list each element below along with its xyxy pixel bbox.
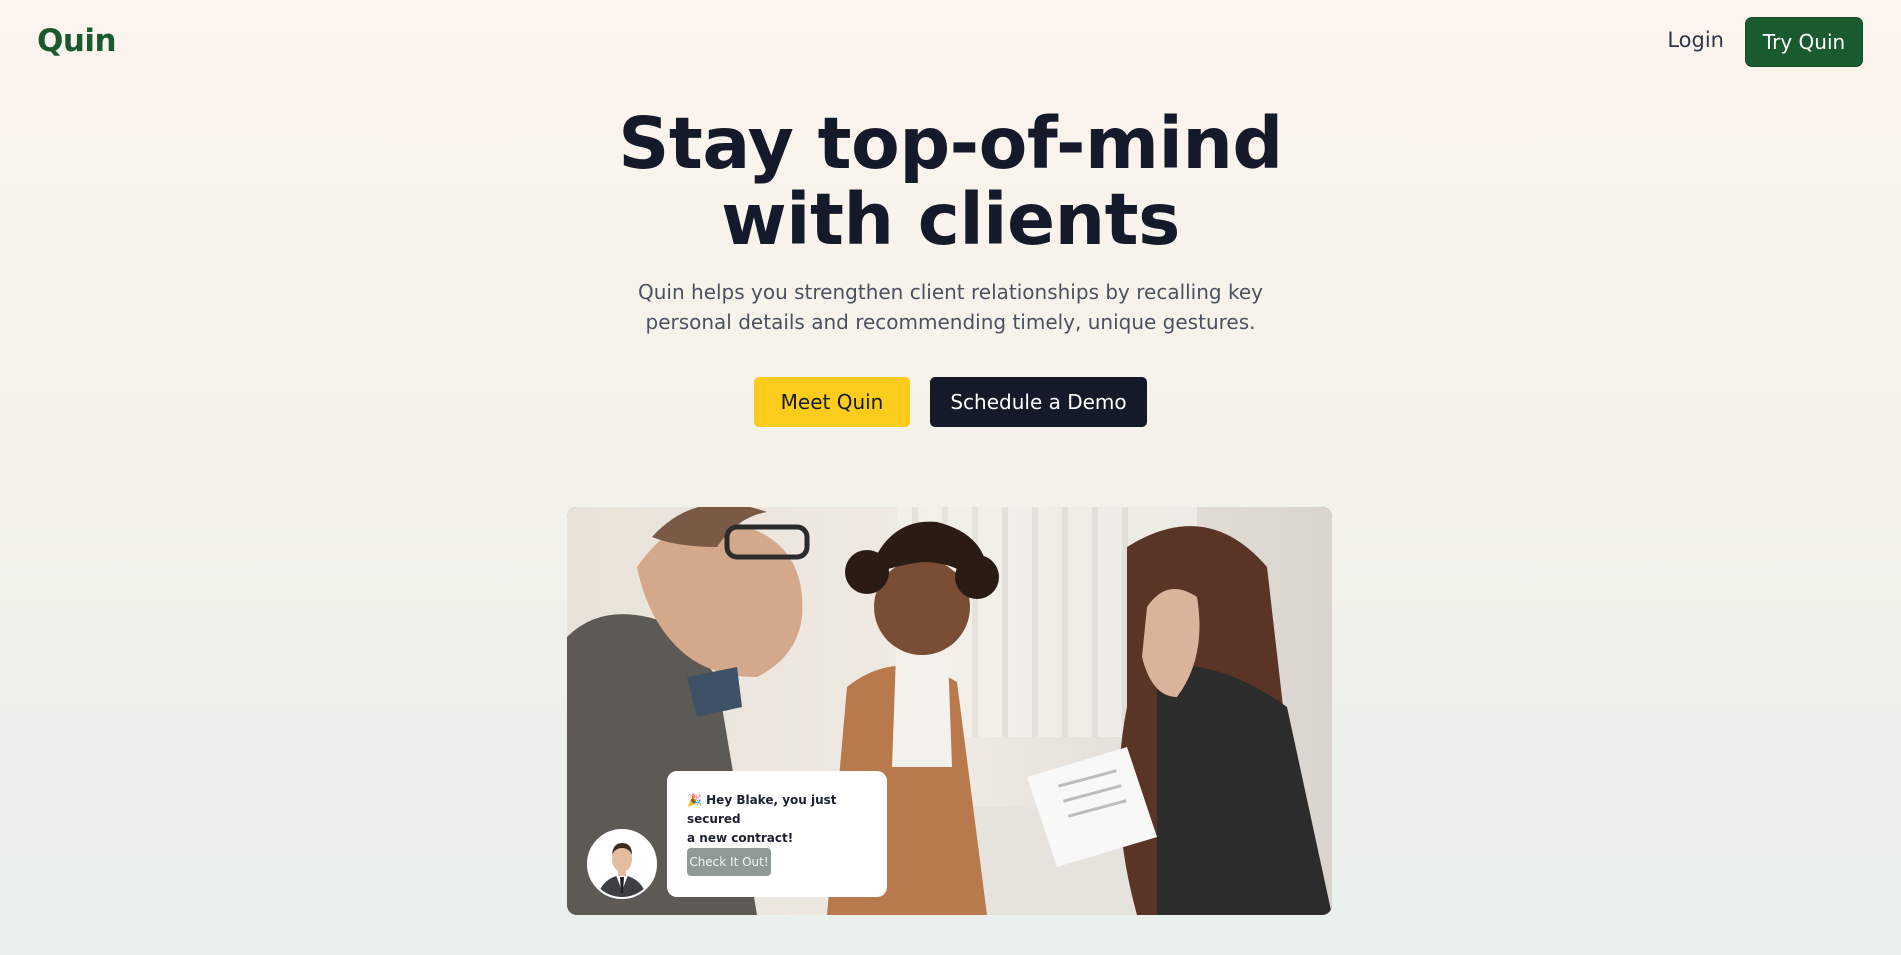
- top-nav: Quin Login Try Quin: [0, 0, 1901, 84]
- notification-line-2: a new contract!: [687, 831, 794, 845]
- notification-card: 🎉 Hey Blake, you just secured a new cont…: [667, 771, 887, 897]
- hero-subtitle: Quin helps you strengthen client relatio…: [0, 277, 1901, 337]
- meet-quin-button[interactable]: Meet Quin: [754, 377, 910, 427]
- hero-subtitle-line-2: personal details and recommending timely…: [645, 310, 1256, 334]
- hero-title-line-1: Stay top-of-mind: [618, 102, 1283, 185]
- brand-logo[interactable]: Quin: [37, 23, 117, 59]
- login-link[interactable]: Login: [1667, 28, 1724, 52]
- party-icon: 🎉: [687, 793, 702, 807]
- hero-subtitle-line-1: Quin helps you strengthen client relatio…: [638, 280, 1263, 304]
- hero-title-line-2: with clients: [721, 178, 1180, 261]
- hero-image: 🎉 Hey Blake, you just secured a new cont…: [567, 507, 1332, 915]
- schedule-demo-button[interactable]: Schedule a Demo: [930, 377, 1147, 427]
- try-quin-button[interactable]: Try Quin: [1745, 17, 1863, 67]
- hero-title: Stay top-of-mind with clients: [0, 106, 1901, 258]
- check-it-out-button[interactable]: Check It Out!: [687, 848, 771, 876]
- avatar: [587, 829, 657, 899]
- hero-cta-row: Meet Quin Schedule a Demo: [0, 377, 1901, 427]
- notification-message: 🎉 Hey Blake, you just secured a new cont…: [687, 791, 867, 848]
- notification-line-1: Hey Blake, you just secured: [687, 793, 837, 826]
- avatar-portrait: [589, 831, 655, 897]
